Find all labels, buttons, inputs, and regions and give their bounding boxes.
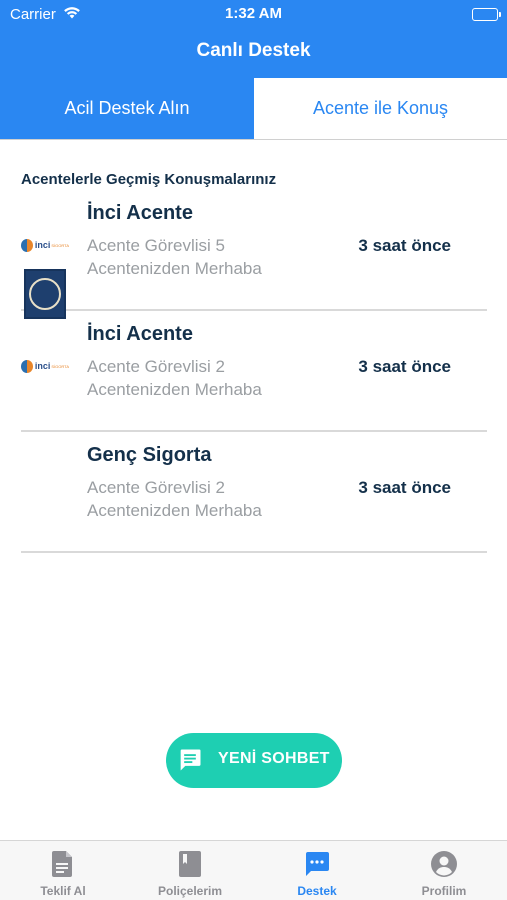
inci-logo-mark xyxy=(21,238,33,252)
tab-policelerim[interactable]: Poliçelerim xyxy=(127,841,253,900)
tab-destek[interactable]: Destek xyxy=(254,841,380,900)
page-title: Canlı Destek xyxy=(196,40,311,61)
tab-acil-destek-label: Acil Destek Alın xyxy=(64,98,190,118)
inci-logo-sub: SİGORTA xyxy=(51,363,69,369)
last-message: Acentenizden Merhaba xyxy=(87,380,262,399)
new-chat-button[interactable]: YENİ SOHBET xyxy=(166,733,342,788)
message-time: 3 saat önce xyxy=(358,236,451,255)
tab-acil-destek[interactable]: Acil Destek Alın xyxy=(0,78,254,139)
inci-logo-sub: SİGORTA xyxy=(51,242,69,248)
tab-profilim-label: Profilim xyxy=(421,884,467,898)
tab-acente-ile-konus[interactable]: Acente ile Konuş xyxy=(254,78,507,139)
tab-profilim[interactable]: Profilim xyxy=(381,841,507,900)
message-time: 3 saat önce xyxy=(358,357,451,376)
inci-logo-text: inci xyxy=(34,361,51,371)
inci-logo-text: inci xyxy=(34,240,51,250)
tab-teklif-al[interactable]: Teklif Al xyxy=(0,841,126,900)
navigation-bar: Canlı Destek xyxy=(0,30,507,78)
agency-name: Genç Sigorta xyxy=(87,444,212,466)
document-icon xyxy=(52,851,74,882)
bottom-tab-bar: Teklif Al Poliçelerim Destek Profilim xyxy=(0,840,507,900)
divider xyxy=(21,551,487,553)
inci-logo: inci SİGORTA xyxy=(21,351,69,381)
profile-icon xyxy=(431,851,457,882)
chat-icon xyxy=(176,746,204,779)
message-time: 3 saat önce xyxy=(358,478,451,497)
last-message: Acentenizden Merhaba xyxy=(87,501,262,520)
tab-policelerim-label: Poliçelerim xyxy=(157,884,223,898)
battery-icon xyxy=(472,8,501,21)
book-icon xyxy=(179,851,201,882)
genc-sigorta-logo xyxy=(24,269,66,319)
tab-teklif-al-label: Teklif Al xyxy=(40,884,86,898)
agent-name: Acente Görevlisi 2 xyxy=(87,478,225,497)
tab-destek-label: Destek xyxy=(297,884,337,898)
conversation-item[interactable]: Genç Sigorta Acente Görevlisi 2 Acenteni… xyxy=(0,432,507,553)
inci-logo: inci SİGORTA xyxy=(21,230,69,260)
segmented-tabs: Acil Destek Alın Acente ile Konuş xyxy=(0,78,507,140)
chat-icon xyxy=(304,851,330,882)
agent-name: Acente Görevlisi 5 xyxy=(87,236,225,255)
conversation-item[interactable]: inci SİGORTA İnci Acente Acente Görevlis… xyxy=(0,311,507,432)
new-chat-label: YENİ SOHBET xyxy=(218,750,330,767)
status-time: 1:32 AM xyxy=(225,5,282,22)
agency-name: İnci Acente xyxy=(87,323,193,345)
status-bar: Carrier 1:32 AM xyxy=(0,0,507,30)
conversation-item[interactable]: inci SİGORTA İnci Acente Acente Görevlis… xyxy=(0,190,507,311)
conversation-list: inci SİGORTA İnci Acente Acente Görevlis… xyxy=(0,190,507,553)
section-title: Acentelerle Geçmiş Konuşmalarınız xyxy=(21,171,277,188)
agency-name: İnci Acente xyxy=(87,202,193,224)
agent-name: Acente Görevlisi 2 xyxy=(87,357,225,376)
inci-logo-mark xyxy=(21,359,33,373)
tab-acente-ile-konus-label: Acente ile Konuş xyxy=(312,98,449,118)
last-message: Acentenizden Merhaba xyxy=(87,259,262,278)
